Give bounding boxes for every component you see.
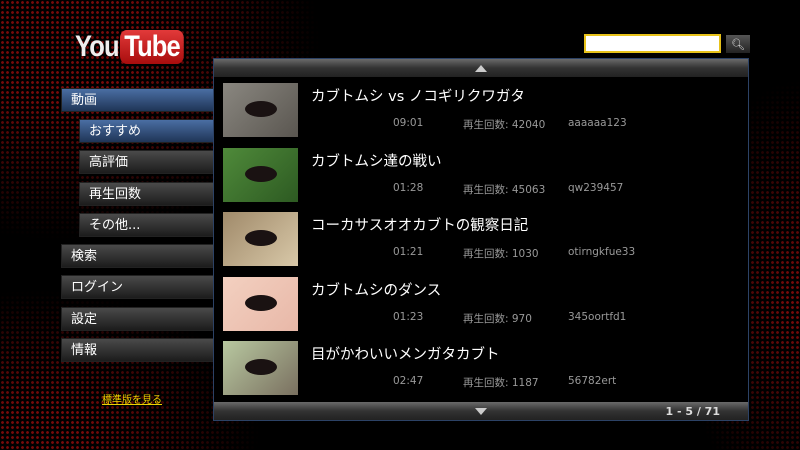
video-uploader: 56782ert xyxy=(568,375,617,387)
video-list-item[interactable]: カブトムシ達の戦い 01:28 再生回数: 45063 qw239457 xyxy=(223,147,743,202)
menu-other[interactable]: その他... xyxy=(79,213,214,237)
scroll-down-button[interactable]: 1 - 5 / 71 xyxy=(214,402,748,420)
video-views: 再生回数: 1030 xyxy=(463,248,539,260)
video-thumbnail[interactable] xyxy=(223,147,298,202)
standard-version-link[interactable]: 標準版を見る xyxy=(102,391,162,406)
menu-login[interactable]: ログイン xyxy=(61,275,214,299)
video-duration: 01:28 xyxy=(393,181,424,194)
beetle-image xyxy=(245,230,277,246)
search-button[interactable]: 🔍︎ xyxy=(726,35,750,53)
video-views: 再生回数: 1187 xyxy=(463,377,539,389)
video-duration: 01:21 xyxy=(393,246,424,258)
menu-info[interactable]: 情報 xyxy=(61,338,214,362)
logo-you: You xyxy=(75,30,120,63)
video-views: 再生回数: 45063 xyxy=(463,183,546,196)
video-list-item[interactable]: コーカサスオオカブトの観察日記 01:21 再生回数: 1030 otirngk… xyxy=(223,212,743,266)
menu-search[interactable]: 検索 xyxy=(61,244,214,268)
video-thumbnail[interactable] xyxy=(223,83,298,137)
video-thumbnail[interactable] xyxy=(223,276,298,331)
menu-top-rated[interactable]: 高評価 xyxy=(79,150,214,174)
video-list-item[interactable]: カブトムシ vs ノコギリクワガタ 09:01 再生回数: 42040 aaaa… xyxy=(223,83,743,137)
video-duration: 02:47 xyxy=(393,375,424,387)
video-title[interactable]: カブトムシ達の戦い xyxy=(311,150,442,171)
video-uploader: 345oortfd1 xyxy=(568,310,627,323)
youtube-logo: You Tube xyxy=(75,30,196,64)
search-input[interactable] xyxy=(584,34,721,53)
video-thumbnail[interactable] xyxy=(223,341,298,395)
beetle-image xyxy=(245,101,277,117)
menu-videos[interactable]: 動画 xyxy=(61,88,214,112)
menu-most-viewed[interactable]: 再生回数 xyxy=(79,182,214,206)
video-title[interactable]: 目がかわいいメンガタカブト xyxy=(311,343,500,364)
video-title[interactable]: カブトムシのダンス xyxy=(311,279,441,300)
beetle-image xyxy=(245,294,277,311)
beetle-image xyxy=(245,359,277,375)
video-list-item[interactable]: カブトムシのダンス 01:23 再生回数: 970 345oortfd1 xyxy=(223,276,743,331)
menu-settings[interactable]: 設定 xyxy=(61,307,214,331)
search-icon: 🔍︎ xyxy=(731,37,745,51)
video-list-item[interactable]: 目がかわいいメンガタカブト 02:47 再生回数: 1187 56782ert xyxy=(223,341,743,395)
arrow-down-icon xyxy=(475,407,487,415)
video-thumbnail[interactable] xyxy=(223,212,298,266)
video-title[interactable]: カブトムシ vs ノコギリクワガタ xyxy=(311,85,525,106)
video-list-panel: カブトムシ vs ノコギリクワガタ 09:01 再生回数: 42040 aaaa… xyxy=(213,58,749,421)
video-duration: 09:01 xyxy=(393,117,424,129)
logo-tube: Tube xyxy=(120,30,185,64)
video-views: 再生回数: 42040 xyxy=(463,119,546,131)
arrow-up-icon xyxy=(475,64,487,72)
video-uploader: aaaaaa123 xyxy=(568,117,627,129)
video-views: 再生回数: 970 xyxy=(463,312,532,325)
video-uploader: otirngkfue33 xyxy=(568,246,636,258)
menu-recommended[interactable]: おすすめ xyxy=(79,119,214,143)
video-title[interactable]: コーカサスオオカブトの観察日記 xyxy=(311,214,528,235)
scroll-up-button[interactable] xyxy=(214,59,748,77)
pagination-count: 1 - 5 / 71 xyxy=(665,404,720,418)
video-uploader: qw239457 xyxy=(568,181,624,194)
beetle-image xyxy=(245,165,277,182)
video-duration: 01:23 xyxy=(393,310,424,323)
